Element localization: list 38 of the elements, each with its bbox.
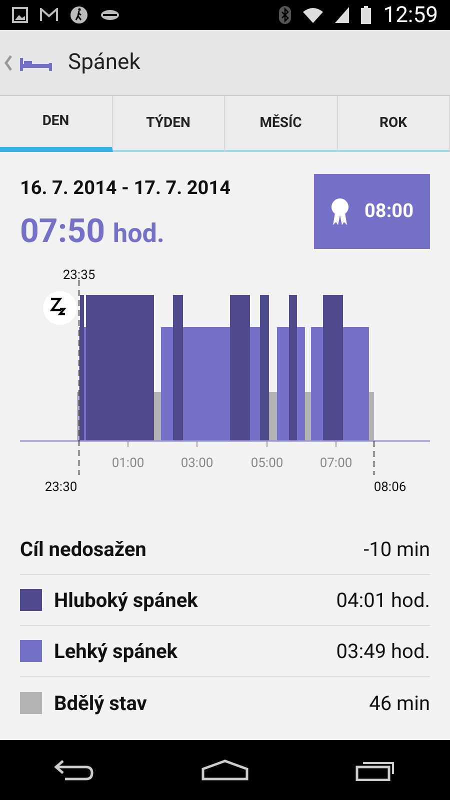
back-nav-icon[interactable] [53,758,95,782]
stat-label: Cíl nedosažen [20,536,148,563]
app-title: Spánek [68,49,140,77]
signal-icon [335,7,350,23]
stat-value: -10 min [364,536,430,563]
sleep-start-label: 23:35 [62,268,96,283]
stat-value: 46 min [369,690,430,716]
bed-time-label: 23:30 [44,480,78,495]
mail-icon [40,8,58,22]
tab[interactable]: MĚSÍC [225,96,338,152]
award-icon [330,198,349,226]
tab[interactable]: ROK [338,96,450,152]
stat-label: Lehký spánek [54,638,178,665]
tab[interactable]: TÝDEN [112,96,225,152]
axis-tick-label: 05:00 [250,456,284,471]
axis-tick-label: 03:00 [180,456,214,471]
wake-time-label: 08:06 [374,480,406,495]
stat-value: 03:49 hod. [336,638,430,665]
recent-apps-icon[interactable] [355,759,397,781]
stat-value: 04:01 hod. [336,587,430,614]
band-icon [100,9,120,21]
bluetooth-icon [279,6,292,24]
walking-icon [70,6,88,24]
stat-label: Bdělý stav [54,690,148,716]
duration-unit: hod. [113,218,164,250]
date-range: 16. 7. 2014 - 17. 7. 2014 [20,175,230,201]
battery-icon [361,6,372,24]
status-time: 12:59 [383,2,438,30]
axis-tick-label: 07:00 [320,456,352,471]
stat-label: Hluboký spánek [54,587,199,614]
goal-value: 08:00 [364,198,414,224]
wifi-icon [303,7,324,23]
axis-tick-label: 01:00 [112,456,144,471]
sleep-duration: 07:50 [20,210,106,252]
tab[interactable]: DEN [0,96,112,152]
home-nav-icon[interactable] [201,759,249,781]
sleep-onset-icon [43,291,77,325]
image-icon [12,7,28,23]
